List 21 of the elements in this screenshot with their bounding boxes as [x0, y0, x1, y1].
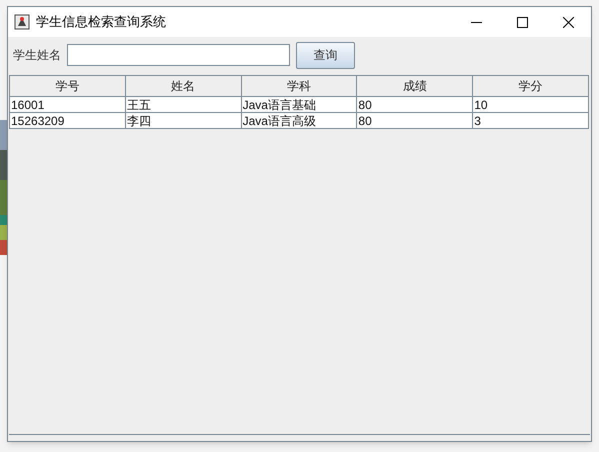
table-cell: 3 [472, 112, 588, 128]
table-cell: Java语言高级 [241, 112, 357, 128]
column-header[interactable]: 学分 [472, 76, 588, 96]
table-cell: 15263209 [10, 112, 126, 128]
column-header[interactable]: 成绩 [356, 76, 473, 96]
table-cell: 80 [356, 96, 473, 112]
table-cell: 10 [472, 96, 588, 112]
table-cell: 王五 [125, 96, 242, 112]
column-header[interactable]: 学号 [10, 76, 126, 96]
maximize-icon [516, 16, 528, 28]
column-header[interactable]: 学科 [241, 76, 357, 96]
window-title: 学生信息检索查询系统 [36, 13, 166, 32]
search-button[interactable]: 查询 [296, 42, 355, 68]
table-cell: 80 [356, 112, 473, 128]
table-cell: 李四 [125, 112, 242, 128]
column-header[interactable]: 姓名 [125, 76, 242, 96]
name-label: 学生姓名 [13, 47, 61, 64]
name-input-field[interactable] [67, 44, 290, 66]
table-cell: 16001 [10, 96, 126, 112]
close-icon [562, 16, 574, 28]
table-cell: Java语言基础 [241, 96, 357, 112]
